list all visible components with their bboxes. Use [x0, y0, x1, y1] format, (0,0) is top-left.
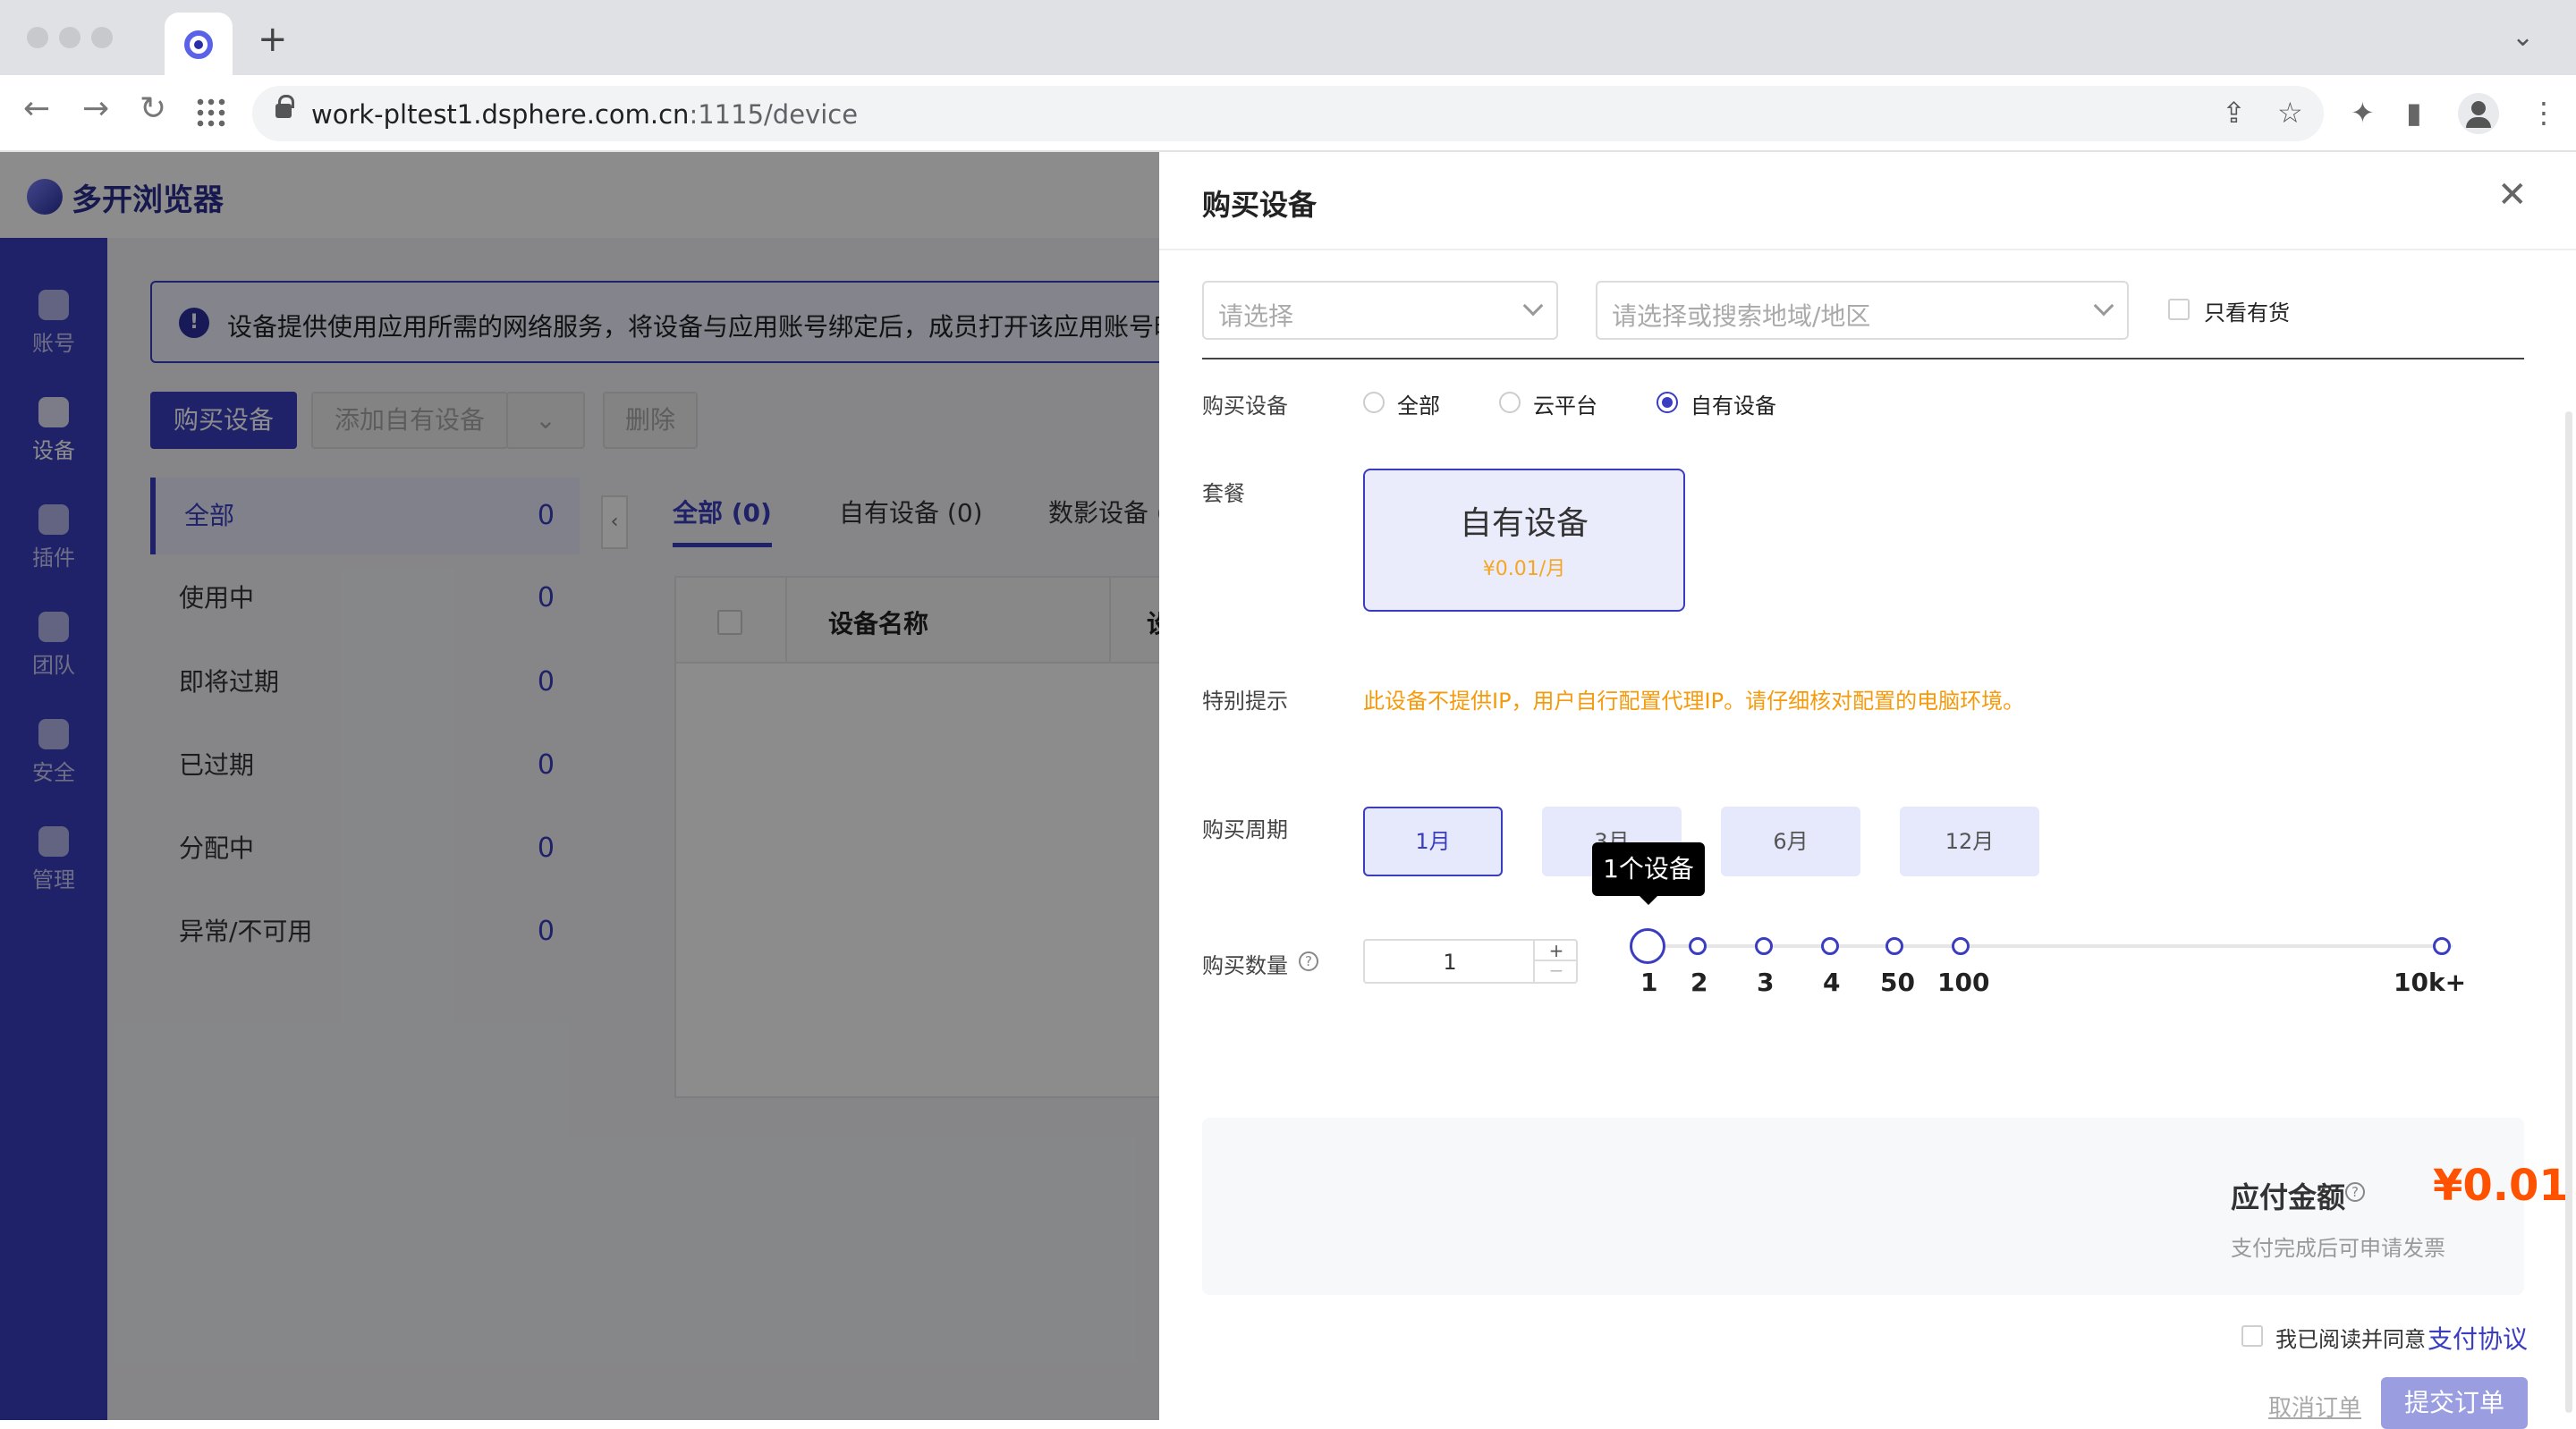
tip-text: 此设备不提供IP，用户自行配置代理IP。请仔细核对配置的电脑环境。: [1363, 689, 2025, 714]
minimize-window-button[interactable]: [59, 27, 80, 48]
share-icon[interactable]: ⇪: [2222, 98, 2246, 127]
slider-label: 100: [1937, 968, 1990, 997]
purchase-type-label: 购买设备: [1202, 393, 1288, 419]
radio-cloud-label: 云平台: [1533, 393, 1597, 419]
radio-own-device[interactable]: [1657, 392, 1678, 413]
slider-label: 3: [1757, 968, 1775, 997]
browser-toolbar: ← → ↻ work-pltest1.dsphere.com.cn:1115/d…: [0, 75, 2576, 152]
apps-grid-icon[interactable]: [195, 97, 227, 129]
region-select[interactable]: 请选择或搜索地域/地区: [1596, 281, 2129, 340]
reload-icon[interactable]: ↻: [140, 93, 166, 125]
period-6-month[interactable]: 6月: [1721, 807, 1860, 876]
radio-own-device-label: 自有设备: [1690, 393, 1776, 419]
close-window-button[interactable]: [27, 27, 48, 48]
slider-mark-3[interactable]: [1755, 937, 1773, 955]
quantity-value[interactable]: 1: [1365, 950, 1535, 975]
slider-mark-4[interactable]: [1821, 937, 1839, 955]
total-label: 应付金额: [2231, 1180, 2346, 1214]
slider-label: 2: [1690, 968, 1708, 997]
buy-device-drawer: 购买设备 ✕ 请选择 请选择或搜索地域/地区 只看有货 购买设备 全部 云平台 …: [1159, 152, 2576, 1429]
modal-overlay[interactable]: [0, 152, 1159, 1420]
tip-label: 特别提示: [1202, 689, 1288, 714]
plan-price: ¥0.01/月: [1482, 558, 1566, 580]
browser-tab[interactable]: [165, 13, 233, 75]
bookmark-star-icon[interactable]: ☆: [2277, 98, 2303, 127]
radio-all-label: 全部: [1397, 393, 1440, 419]
quantity-stepper[interactable]: 1 + −: [1363, 939, 1578, 984]
plan-label: 套餐: [1202, 481, 1245, 506]
profile-avatar-icon[interactable]: [2458, 93, 2499, 134]
slider-label: 1: [1640, 968, 1658, 997]
url-text: work-pltest1.dsphere.com.cn:1115/device: [311, 99, 859, 130]
browser-menu-icon[interactable]: ⋮: [2529, 98, 2558, 127]
stepper-controls: + −: [1533, 941, 1578, 982]
slider-mark-100[interactable]: [1952, 937, 1970, 955]
drawer-header: 购买设备 ✕: [1159, 152, 2576, 250]
agreement-text: 我已阅读并同意: [2275, 1327, 2426, 1352]
quantity-slider-handle[interactable]: [1630, 928, 1665, 964]
agreement-checkbox[interactable]: [2241, 1325, 2263, 1347]
plan-name: 自有设备: [1459, 505, 1589, 542]
region-placeholder: 请选择或搜索地域/地区: [1612, 301, 1871, 331]
radio-all[interactable]: [1363, 392, 1385, 413]
in-stock-checkbox[interactable]: [2168, 299, 2190, 320]
drawer-scrollbar[interactable]: [2565, 411, 2572, 1413]
plan-card[interactable]: 自有设备 ¥0.01/月: [1363, 469, 1685, 612]
side-panel-icon[interactable]: ▮: [2406, 98, 2422, 127]
new-tab-button[interactable]: +: [258, 21, 288, 57]
slider-mark-2[interactable]: [1689, 937, 1707, 955]
drawer-title: 购买设备: [1202, 188, 1318, 222]
back-icon[interactable]: ←: [23, 93, 50, 125]
forward-icon[interactable]: →: [82, 93, 109, 125]
help-icon[interactable]: ?: [1299, 951, 1318, 971]
select-placeholder: 请选择: [1218, 301, 1294, 331]
address-bar[interactable]: work-pltest1.dsphere.com.cn:1115/device …: [252, 86, 2324, 141]
quantity-label: 购买数量: [1202, 953, 1288, 978]
cancel-order-button[interactable]: 取消订单: [2268, 1390, 2376, 1423]
period-12-month[interactable]: 12月: [1900, 807, 2039, 876]
period-label: 购买周期: [1202, 817, 1288, 842]
maximize-window-button[interactable]: [91, 27, 113, 48]
slider-label: 50: [1880, 968, 1915, 997]
decrement-button[interactable]: −: [1535, 961, 1578, 982]
total-amount: ¥0.01: [2433, 1161, 2569, 1211]
slider-label: 10k+: [2394, 968, 2467, 997]
device-type-select[interactable]: 请选择: [1202, 281, 1558, 340]
filter-divider: [1202, 358, 2524, 359]
app-favicon-icon: [184, 30, 213, 59]
in-stock-label: 只看有货: [2204, 300, 2290, 326]
submit-order-button[interactable]: 提交订单: [2381, 1377, 2528, 1429]
chevron-down-icon: [1522, 295, 1544, 317]
lock-icon: [275, 95, 294, 118]
payment-agreement-link[interactable]: 支付协议: [2428, 1320, 2528, 1356]
browser-tab-bar: + ⌄: [0, 0, 2576, 75]
slider-label: 4: [1823, 968, 1841, 997]
increment-button[interactable]: +: [1535, 941, 1578, 961]
radio-cloud[interactable]: [1499, 392, 1521, 413]
extensions-icon[interactable]: ✦: [2351, 98, 2375, 127]
chevron-down-icon: [2093, 295, 2114, 317]
help-icon[interactable]: ?: [2345, 1182, 2365, 1202]
period-1-month[interactable]: 1月: [1363, 807, 1503, 876]
slider-mark-10k[interactable]: [2433, 937, 2451, 955]
tab-list-chevron-icon[interactable]: ⌄: [2512, 21, 2534, 53]
close-icon[interactable]: ✕: [2497, 177, 2528, 213]
quantity-tooltip: 1个设备: [1592, 842, 1705, 905]
invoice-note: 支付完成后可申请发票: [2231, 1236, 2445, 1261]
slider-mark-50[interactable]: [1885, 937, 1903, 955]
total-summary: 应付金额 ? ¥0.01 支付完成后可申请发票: [1202, 1118, 2569, 1295]
